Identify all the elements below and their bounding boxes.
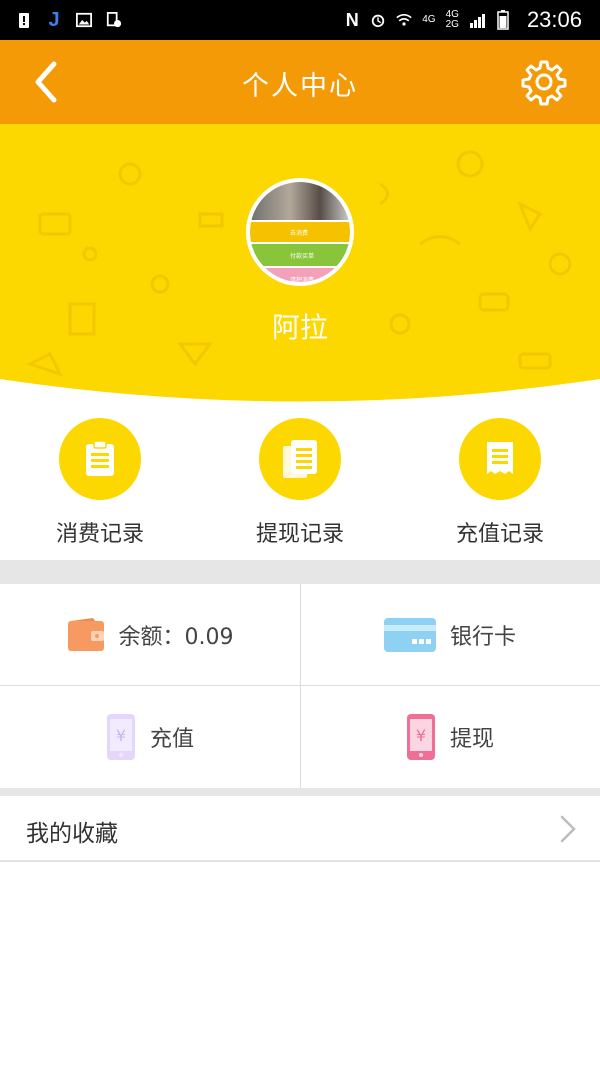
consumption-records-button[interactable]: 消费记录 [0,418,200,548]
recharge-cell[interactable]: ¥ 充值 [0,686,300,787]
bank-card-cell[interactable]: 银行卡 [300,584,600,685]
signal-icon [469,11,485,29]
section-divider [0,788,600,796]
withdraw-cell[interactable]: ¥ 提现 [300,686,600,787]
status-time: 23:06 [526,7,582,32]
documents-icon [259,418,341,500]
username: 阿拉 [271,311,328,344]
avatar[interactable]: 去消费 付款买单 请积消费 [246,178,354,286]
recharge-label: 充值 [149,726,194,752]
image-icon [76,11,92,29]
svg-text:¥: ¥ [116,726,126,745]
bank-card-label: 银行卡 [449,624,516,650]
record-label: 充值记录 [455,522,544,547]
settings-button[interactable] [520,58,568,106]
svg-text:¥: ¥ [416,726,426,745]
gear-icon [521,60,567,106]
section-divider [0,560,600,584]
phone-yuan-icon: ¥ [406,713,435,760]
app-bar: 个人中心 [0,40,600,124]
status-bar: J N 4G 4G 2G 23:06 [0,0,600,40]
avatar-row: 去消费 [250,222,350,242]
withdraw-label: 提现 [449,726,494,752]
profile-header: 去消费 付款买单 请积消费 阿拉 [0,124,600,404]
network-type-1: 4G [422,14,436,25]
my-favorites-row[interactable]: 我的收藏 [0,796,600,862]
recharge-records-button[interactable]: 充值记录 [400,418,600,548]
balance-cell[interactable]: 余额：0.09 [0,584,300,685]
notification-alert-icon [16,11,32,29]
avatar-photo [250,182,350,220]
receipt-icon [459,418,541,500]
alarm-icon [370,11,386,29]
wifi-icon [396,11,412,29]
battery-icon [495,10,511,30]
page-title: 个人中心 [242,71,358,102]
wallet-grid: 余额：0.09 银行卡 ¥ 充值 ¥ 提现 [0,584,600,788]
balance-label: 余额：0.09 [118,624,234,650]
clipboard-clock-icon [106,11,122,29]
bank-card-icon [383,617,436,652]
network-type-3: 2G [445,19,459,30]
favorites-label: 我的收藏 [26,821,118,847]
record-label: 提现记录 [255,522,344,547]
clipboard-icon [59,418,141,500]
phone-yuan-icon: ¥ [106,713,135,760]
wallet-icon [67,617,104,651]
j-app-icon: J [48,8,60,31]
record-label: 消费记录 [55,522,144,547]
nfc-icon: N [345,9,359,30]
avatar-row: 付款买单 [250,244,350,266]
withdraw-records-button[interactable]: 提现记录 [200,418,400,548]
records-section: 消费记录 提现记录 充值记录 [0,404,600,560]
chevron-right-icon [560,815,576,843]
